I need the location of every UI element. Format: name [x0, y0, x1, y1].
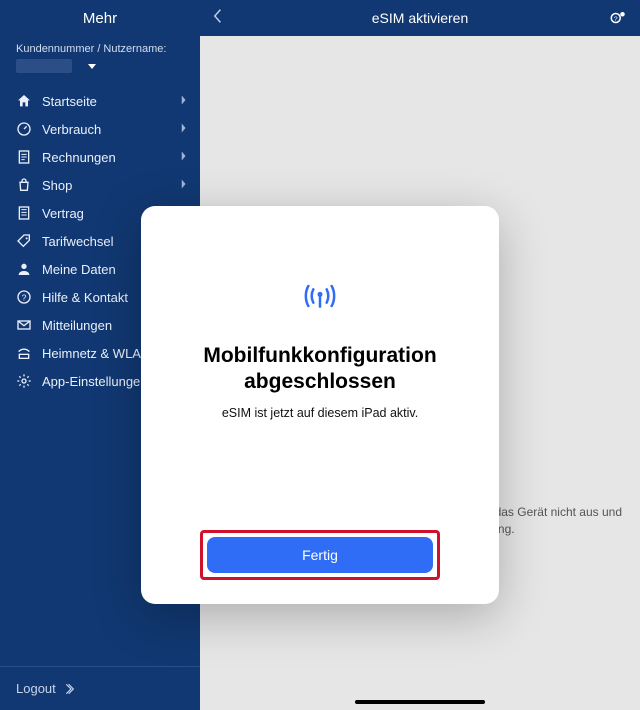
completion-modal: Mobilfunkkonfiguration abgeschlossen eSI… — [141, 206, 499, 604]
antenna-icon — [300, 276, 340, 321]
done-button[interactable]: Fertig — [207, 537, 433, 573]
modal-title: Mobilfunkkonfiguration abgeschlossen — [171, 343, 469, 396]
modal-subtitle: eSIM ist jetzt auf diesem iPad aktiv. — [222, 406, 418, 420]
done-button-highlight: Fertig — [200, 530, 440, 580]
modal-overlay: Mobilfunkkonfiguration abgeschlossen eSI… — [0, 0, 640, 710]
